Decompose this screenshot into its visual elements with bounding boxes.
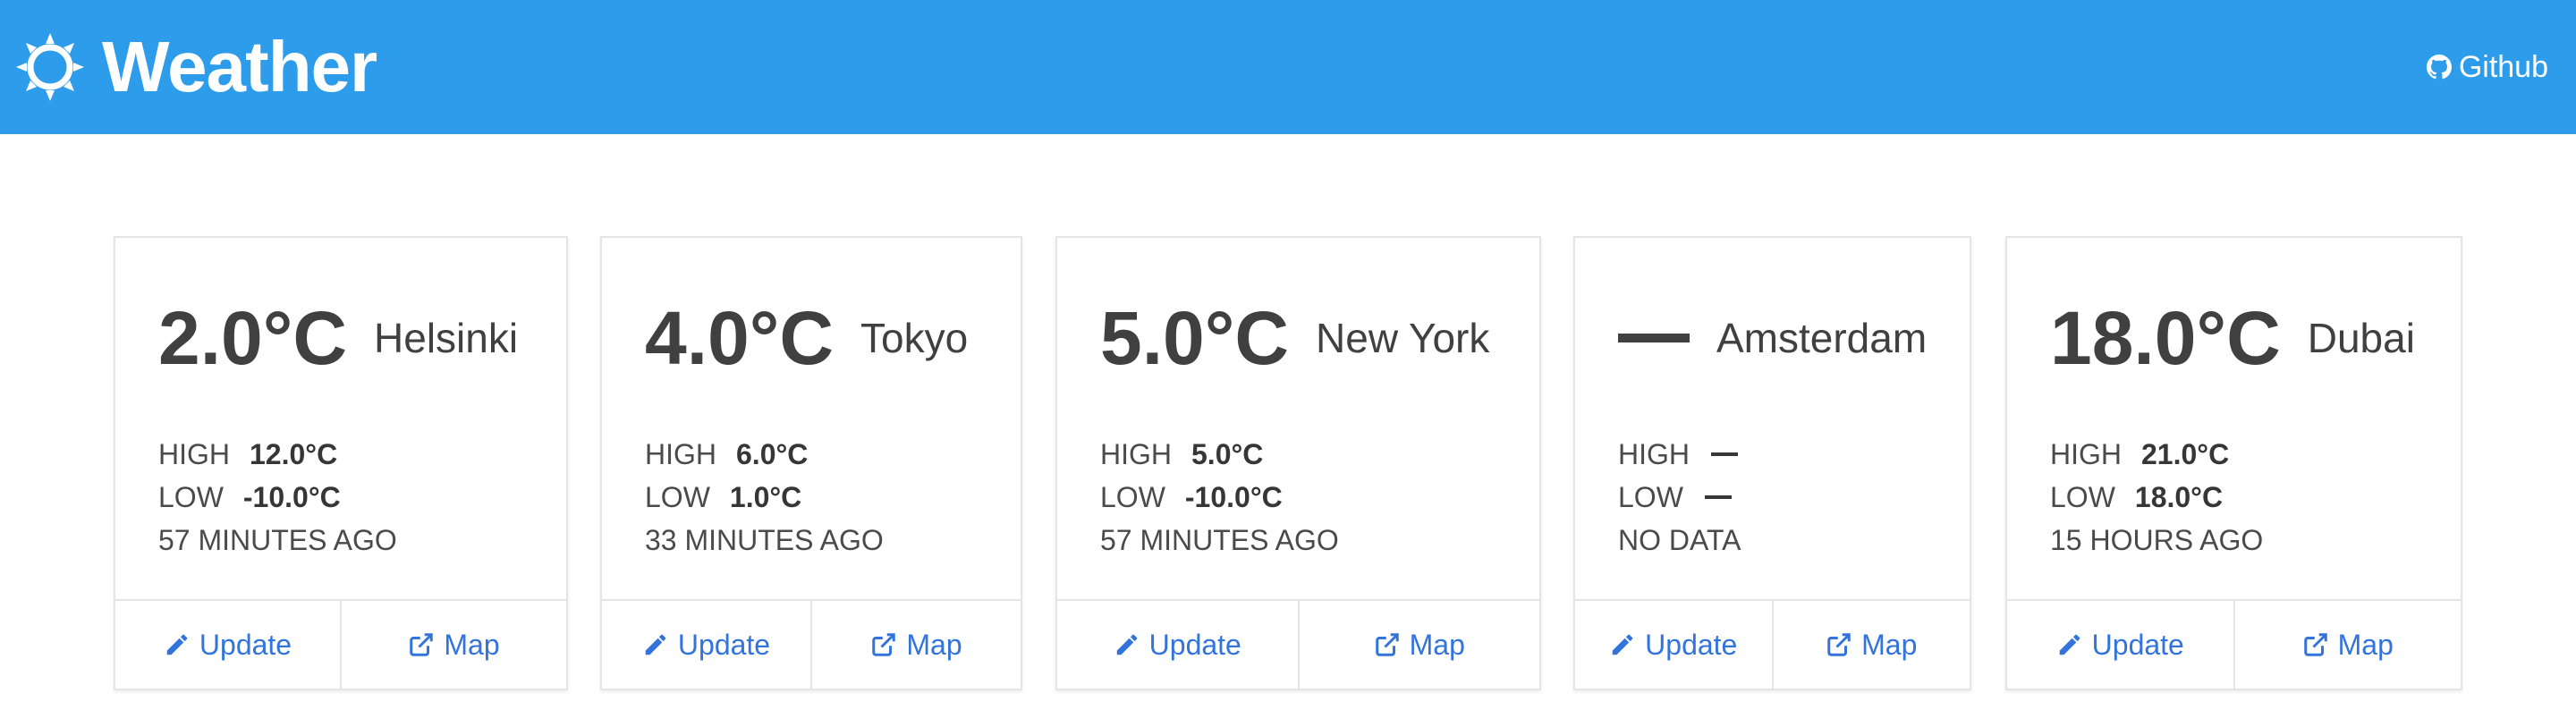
external-link-icon [408, 631, 444, 658]
weather-stats: HIGH LOW NO DATA [1618, 433, 1741, 562]
navbar: Weather Github [0, 0, 2576, 134]
update-button[interactable]: Update [602, 601, 810, 689]
low-label: LOW [645, 481, 710, 513]
weather-card: Amsterdam HIGH LOW NO DATA Update Map [1573, 236, 1971, 690]
update-label: Update [199, 628, 292, 661]
weather-card: 5.0°C New York HIGH 5.0°C LOW -10.0°C 57 M… [1055, 236, 1541, 690]
weather-stats: HIGH 5.0°C LOW -10.0°C 57 MINUTES AGO [1100, 433, 1339, 562]
map-label: Map [2337, 628, 2394, 661]
temperature-row: 4.0°C Tokyo [645, 293, 968, 383]
weather-card: 18.0°C Dubai HIGH 21.0°C LOW 18.0°C 15 HOU… [2005, 236, 2462, 690]
sun-icon [14, 31, 86, 103]
current-temperature: 5.0°C [1100, 296, 1290, 380]
low-value: -10.0°C [1184, 481, 1283, 513]
high-label: HIGH [158, 438, 230, 470]
map-label: Map [906, 628, 962, 661]
high-value: 6.0°C [736, 438, 809, 470]
high-value-empty [1711, 452, 1738, 456]
current-temperature: 4.0°C [645, 296, 835, 380]
temperature-row: 2.0°C Helsinki [158, 293, 518, 383]
app-title: Weather [102, 27, 377, 106]
update-button[interactable]: Update [115, 601, 340, 689]
last-updated: 57 MINUTES AGO [1100, 524, 1339, 556]
weather-stats: HIGH 12.0°C LOW -10.0°C 57 MINUTES AGO [158, 433, 397, 562]
low-label: LOW [1100, 481, 1165, 513]
current-temperature: 2.0°C [158, 296, 348, 380]
brand[interactable]: Weather [14, 24, 377, 110]
map-label: Map [1409, 628, 1465, 661]
low-label: LOW [2050, 481, 2115, 513]
high-value: 5.0°C [1191, 438, 1264, 470]
card-footer: Update Map [1057, 599, 1539, 689]
low-value: -10.0°C [242, 481, 341, 513]
map-link[interactable]: Map [1771, 601, 1970, 689]
low-label: LOW [158, 481, 224, 513]
github-label: Github [2458, 49, 2548, 84]
pencil-icon [2056, 631, 2092, 658]
last-updated: 15 HOURS AGO [2050, 524, 2264, 556]
card-footer: Update Map [115, 599, 566, 689]
high-label: HIGH [1100, 438, 1172, 470]
current-temperature: 18.0°C [2050, 296, 2281, 380]
pencil-icon [1114, 631, 1149, 658]
temperature-row: 5.0°C New York [1100, 293, 1489, 383]
high-value: 12.0°C [250, 438, 338, 470]
last-updated: NO DATA [1618, 524, 1741, 556]
city-name: New York [1316, 315, 1490, 361]
last-updated: 33 MINUTES AGO [645, 524, 884, 556]
update-label: Update [1148, 628, 1241, 661]
high-label: HIGH [1618, 438, 1690, 470]
pencil-icon [164, 631, 199, 658]
map-link[interactable]: Map [340, 601, 566, 689]
update-label: Update [2091, 628, 2184, 661]
update-button[interactable]: Update [1575, 601, 1772, 689]
low-value-empty [1704, 495, 1732, 499]
weather-stats: HIGH 6.0°C LOW 1.0°C 33 MINUTES AGO [645, 433, 884, 562]
city-name: Helsinki [374, 315, 519, 361]
map-link[interactable]: Map [810, 601, 1021, 689]
low-value: 1.0°C [729, 481, 802, 513]
external-link-icon [870, 631, 906, 658]
high-label: HIGH [645, 438, 716, 470]
external-link-icon [1826, 631, 1861, 658]
city-name: Amsterdam [1716, 315, 1928, 361]
city-name: Dubai [2307, 315, 2415, 361]
map-link[interactable]: Map [1297, 601, 1540, 689]
external-link-icon [2302, 631, 2338, 658]
city-name: Tokyo [860, 315, 969, 361]
low-label: LOW [1618, 481, 1683, 513]
update-button[interactable]: Update [2007, 601, 2233, 689]
pencil-icon [1609, 631, 1645, 658]
low-value: 18.0°C [2134, 481, 2224, 513]
card-footer: Update Map [1575, 599, 1970, 689]
card-footer: Update Map [2007, 599, 2461, 689]
update-button[interactable]: Update [1057, 601, 1298, 689]
github-link[interactable]: Github [2426, 46, 2548, 88]
update-label: Update [677, 628, 771, 661]
map-label: Map [444, 628, 500, 661]
update-label: Update [1645, 628, 1738, 661]
no-temperature-dash [1618, 334, 1690, 342]
high-label: HIGH [2050, 438, 2122, 470]
external-link-icon [1374, 631, 1410, 658]
map-link[interactable]: Map [2233, 601, 2462, 689]
pencil-icon [642, 631, 678, 658]
card-footer: Update Map [602, 599, 1021, 689]
weather-card: 4.0°C Tokyo HIGH 6.0°C LOW 1.0°C 33 MINUTE… [600, 236, 1022, 690]
temperature-row: 18.0°C Dubai [2050, 293, 2415, 383]
last-updated: 57 MINUTES AGO [158, 524, 397, 556]
weather-card: 2.0°C Helsinki HIGH 12.0°C LOW -10.0°C 57 … [114, 236, 568, 690]
high-value: 21.0°C [2141, 438, 2230, 470]
github-icon [2426, 55, 2459, 80]
map-label: Map [1861, 628, 1918, 661]
temperature-row: Amsterdam [1618, 293, 1927, 383]
weather-stats: HIGH 21.0°C LOW 18.0°C 15 HOURS AGO [2050, 433, 2263, 562]
